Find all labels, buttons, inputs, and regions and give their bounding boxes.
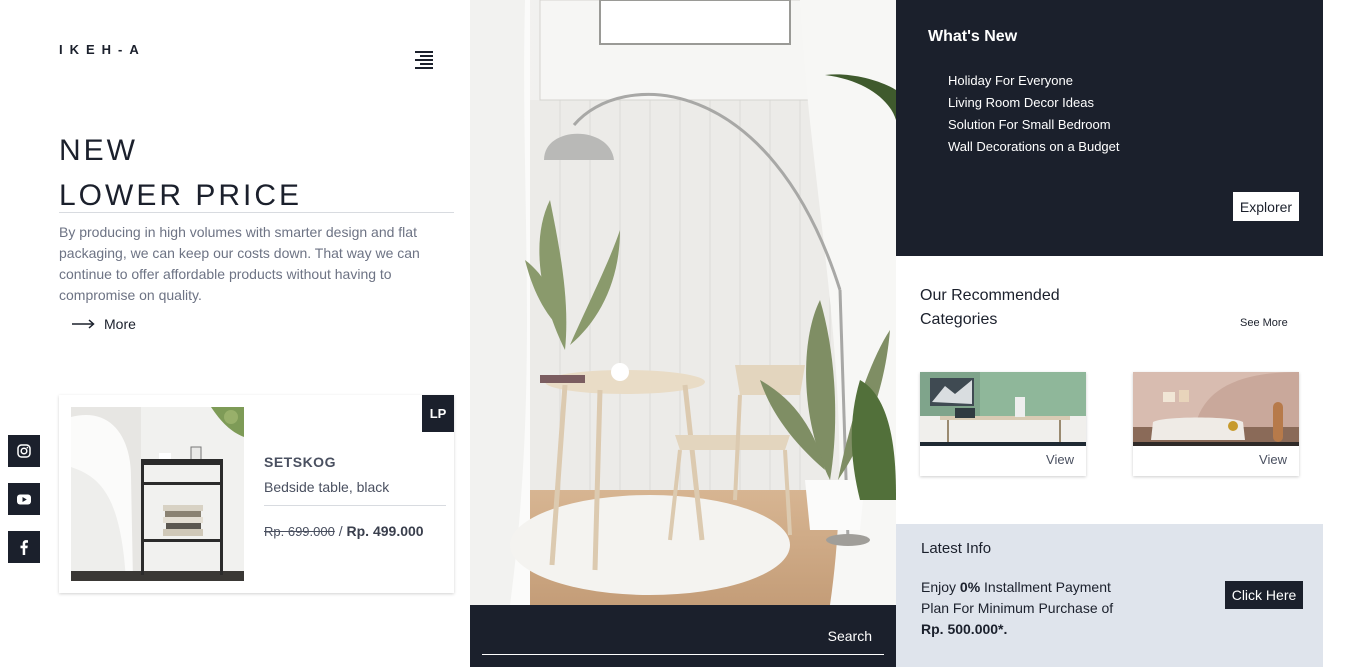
product-name[interactable]: SETSKOG: [264, 454, 336, 470]
category-image: [920, 372, 1086, 446]
category-card-living-room[interactable]: View: [1133, 372, 1299, 476]
latest-info-text: Enjoy 0% Installment Payment Plan For Mi…: [921, 577, 1121, 640]
whats-new-panel: What's New Holiday For Everyone Living R…: [896, 0, 1323, 256]
search-label[interactable]: Search: [828, 628, 872, 644]
new-price: Rp. 499.000: [346, 523, 424, 539]
instagram-icon[interactable]: [8, 435, 40, 467]
arrow-right-icon: [72, 319, 95, 329]
lower-price-badge: LP: [422, 395, 454, 432]
hero-description: By producing in high volumes with smarte…: [59, 224, 420, 303]
latest-text-percent: 0%: [959, 579, 981, 595]
whats-new-item[interactable]: Holiday For Everyone: [948, 70, 1120, 92]
category-view-link[interactable]: View: [1046, 452, 1074, 467]
page-headline: NEW LOWER PRICE: [59, 128, 302, 218]
product-card[interactable]: LP SETSKOG Bedside table, black Rp. 699.…: [59, 395, 454, 593]
category-view-link[interactable]: View: [1259, 452, 1287, 467]
whats-new-item[interactable]: Solution For Small Bedroom: [948, 114, 1120, 136]
youtube-icon[interactable]: [8, 483, 40, 515]
whats-new-item[interactable]: Living Room Decor Ideas: [948, 92, 1120, 114]
whats-new-title: What's New: [928, 28, 1018, 45]
see-more-link[interactable]: See More: [1240, 317, 1288, 329]
product-divider: [264, 505, 446, 506]
latest-text-amount: Rp. 500.000*.: [921, 621, 1008, 637]
category-card-office[interactable]: View: [920, 372, 1086, 476]
more-link-label: More: [104, 316, 136, 332]
menu-icon[interactable]: [415, 51, 433, 70]
brand-logo[interactable]: IKEH-A: [59, 42, 146, 57]
whats-new-list: Holiday For Everyone Living Room Decor I…: [948, 70, 1120, 158]
facebook-icon[interactable]: [8, 531, 40, 563]
click-here-button[interactable]: Click Here: [1225, 581, 1303, 609]
search-bar[interactable]: Search: [470, 605, 896, 667]
hero-photo: [470, 0, 896, 605]
old-price: Rp. 699.000: [264, 524, 335, 539]
more-link[interactable]: More: [72, 316, 136, 332]
price-separator: /: [334, 523, 347, 539]
product-image: [71, 407, 244, 581]
whats-new-item[interactable]: Wall Decorations on a Budget: [948, 136, 1120, 158]
latest-info-title: Latest Info: [921, 540, 992, 557]
product-subtitle: Bedside table, black: [264, 479, 390, 495]
product-price: Rp. 699.000 / Rp. 499.000: [264, 523, 424, 539]
search-underline: [482, 654, 884, 655]
latest-info-panel: Latest Info Enjoy 0% Installment Payment…: [896, 524, 1323, 667]
recommended-title: Our Recommended Categories: [920, 287, 1060, 328]
explorer-button[interactable]: Explorer: [1233, 192, 1299, 221]
headline-divider: [59, 212, 454, 213]
headline-line-1: NEW: [59, 134, 138, 167]
category-image: [1133, 372, 1299, 446]
latest-text-pre: Enjoy: [921, 579, 960, 595]
social-links: [8, 435, 40, 579]
